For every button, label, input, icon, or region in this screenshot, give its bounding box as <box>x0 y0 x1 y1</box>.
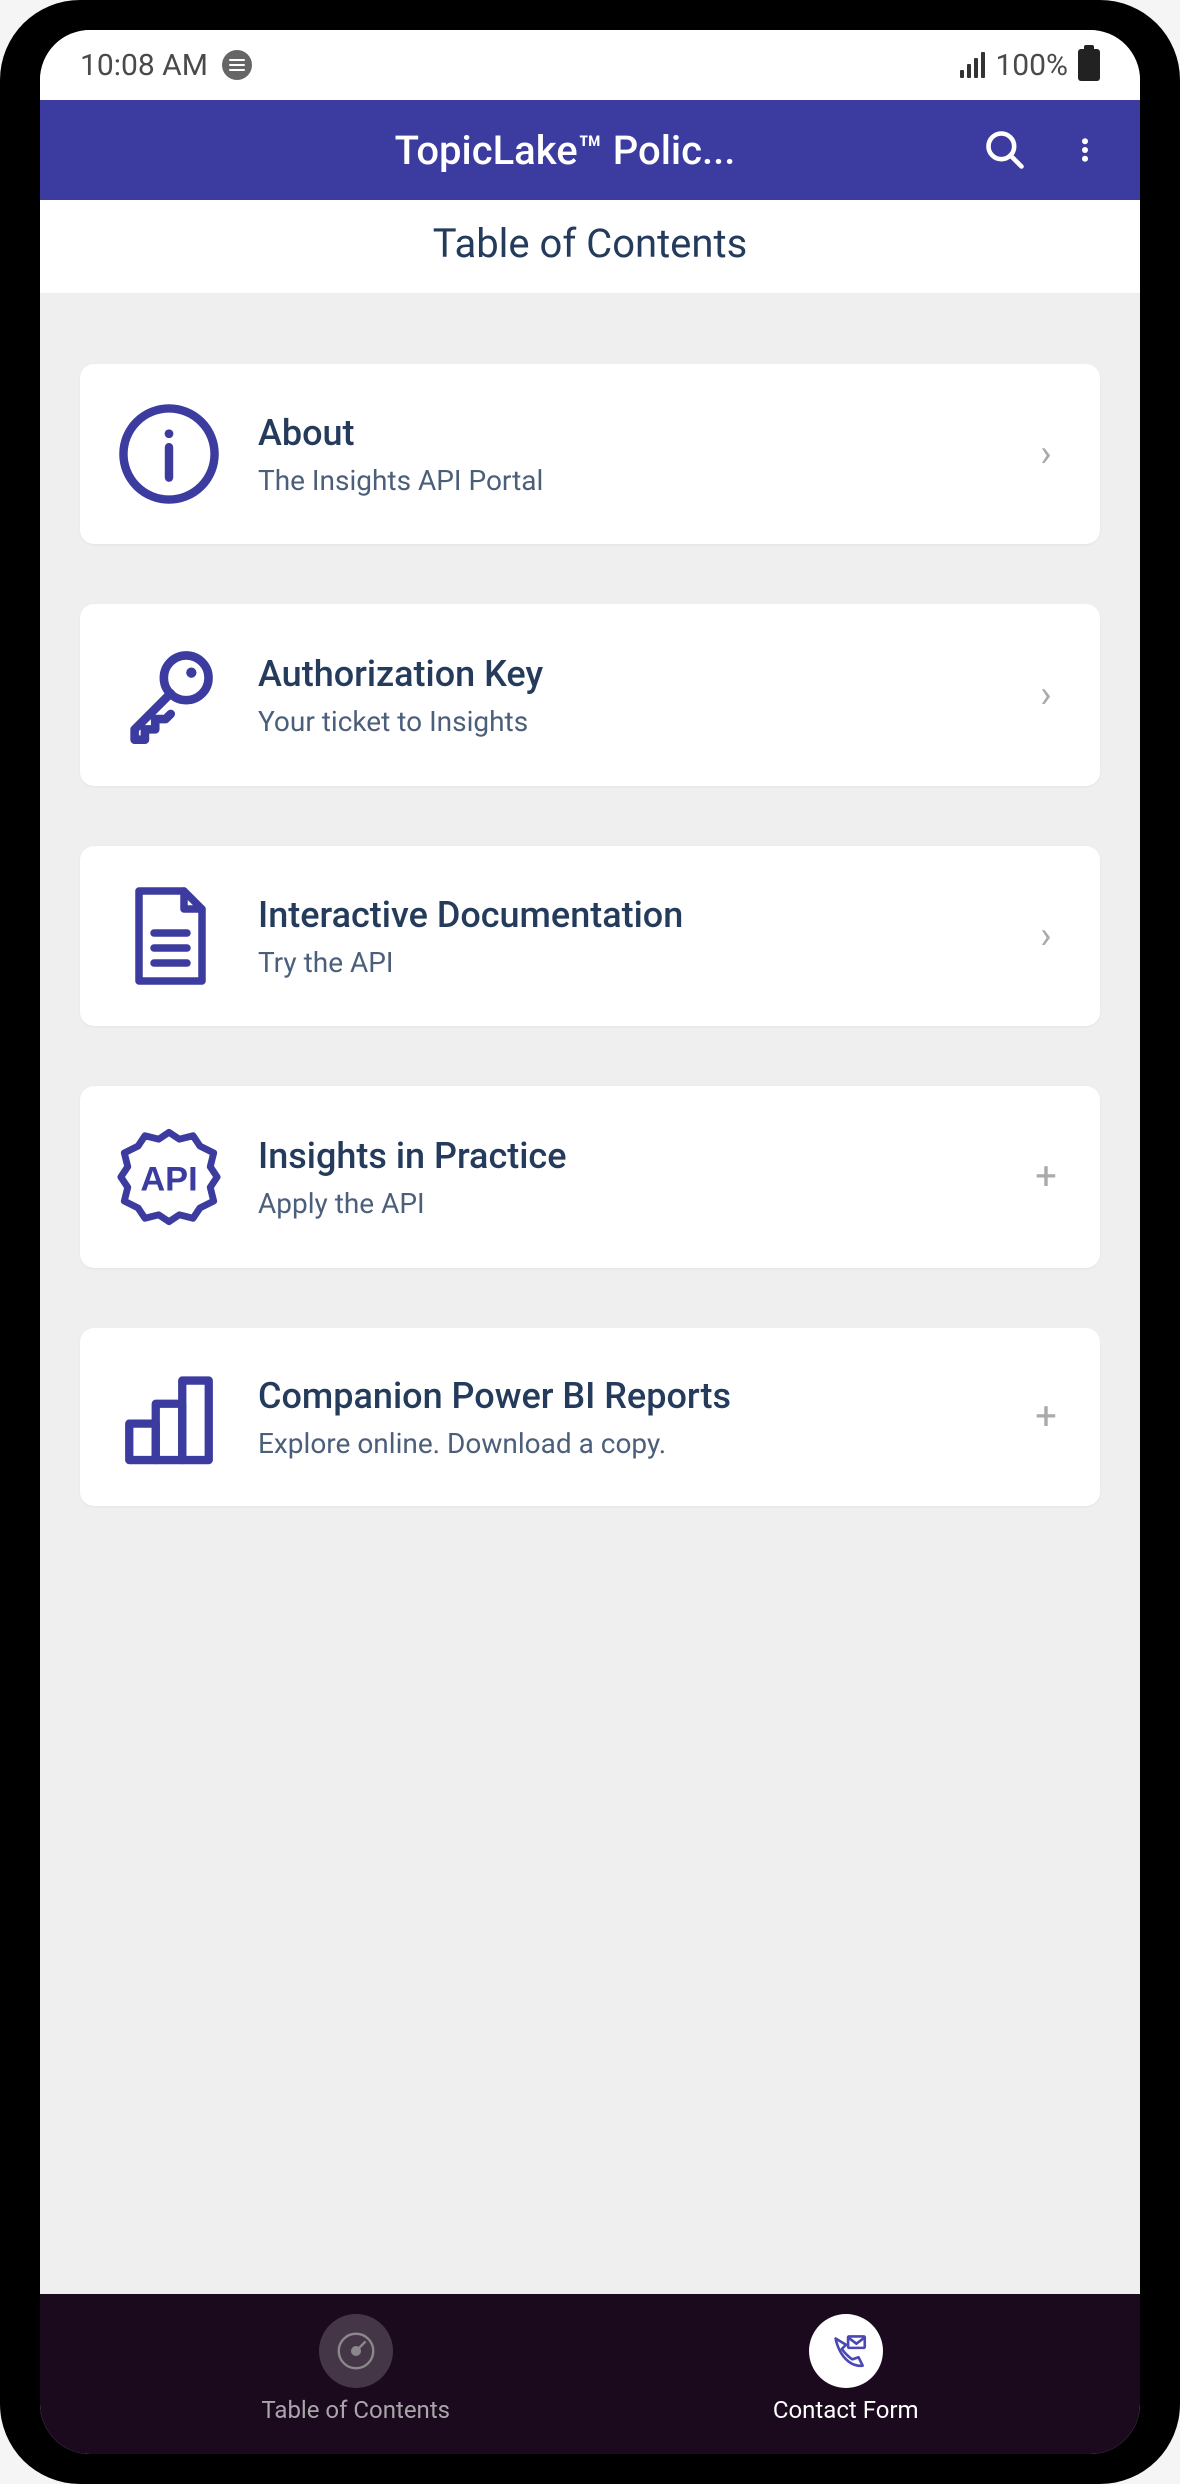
card-text: About The Insights API Portal <box>258 412 992 497</box>
card-title: Companion Power BI Reports <box>258 1375 992 1417</box>
section-header: Table of Contents <box>40 200 1140 294</box>
plus-icon: + <box>1026 1395 1066 1439</box>
screen: 10:08 AM 100% TopicLake™ Polic... <box>40 30 1140 2454</box>
document-icon <box>114 882 224 990</box>
app-bar: TopicLake™ Polic... <box>40 100 1140 200</box>
nav-label: Table of Contents <box>261 2396 450 2424</box>
card-title: Authorization Key <box>258 653 992 695</box>
status-right: 100% <box>960 48 1100 83</box>
card-title: About <box>258 412 992 454</box>
card-subtitle: Explore online. Download a copy. <box>258 1427 992 1460</box>
search-icon <box>983 128 1027 172</box>
search-button[interactable] <box>980 125 1030 175</box>
card-text: Authorization Key Your ticket to Insight… <box>258 653 992 738</box>
info-icon <box>114 400 224 508</box>
card-text: Interactive Documentation Try the API <box>258 894 992 979</box>
bottom-nav: Table of Contents Contact Form <box>40 2294 1140 2454</box>
card-text: Insights in Practice Apply the API <box>258 1135 992 1220</box>
api-gear-icon: API <box>114 1122 224 1232</box>
nav-label: Contact Form <box>773 2396 919 2424</box>
device-frame: 10:08 AM 100% TopicLake™ Polic... <box>0 0 1180 2484</box>
toc-item-interactive-documentation[interactable]: Interactive Documentation Try the API › <box>80 846 1100 1026</box>
more-vert-icon <box>1070 128 1100 172</box>
card-text: Companion Power BI Reports Explore onlin… <box>258 1375 992 1460</box>
card-subtitle: The Insights API Portal <box>258 464 992 497</box>
spotify-icon <box>222 50 252 80</box>
svg-text:API: API <box>140 1161 197 1199</box>
contact-nav-icon <box>809 2314 883 2388</box>
chevron-right-icon: › <box>1026 432 1066 476</box>
nav-table-of-contents[interactable]: Table of Contents <box>261 2314 450 2424</box>
card-title: Insights in Practice <box>258 1135 992 1177</box>
card-subtitle: Try the API <box>258 946 992 979</box>
signal-icon <box>960 52 985 78</box>
chevron-right-icon: › <box>1026 673 1066 717</box>
plus-icon: + <box>1026 1155 1066 1199</box>
nav-contact-form[interactable]: Contact Form <box>773 2314 919 2424</box>
battery-percent: 100% <box>995 48 1068 83</box>
app-title: TopicLake™ Polic... <box>70 127 980 174</box>
status-bar: 10:08 AM 100% <box>40 30 1140 100</box>
toc-item-about[interactable]: About The Insights API Portal › <box>80 364 1100 544</box>
toc-item-insights-in-practice[interactable]: API Insights in Practice Apply the API + <box>80 1086 1100 1268</box>
status-time: 10:08 AM <box>80 48 208 83</box>
card-title: Interactive Documentation <box>258 894 992 936</box>
card-subtitle: Your ticket to Insights <box>258 705 992 738</box>
key-icon <box>114 640 224 750</box>
card-subtitle: Apply the API <box>258 1187 992 1220</box>
app-bar-actions <box>980 125 1110 175</box>
bar-chart-icon <box>114 1364 224 1470</box>
battery-icon <box>1078 49 1100 81</box>
toc-nav-icon <box>319 2314 393 2388</box>
content-area: About The Insights API Portal › Authoriz… <box>40 294 1140 2294</box>
status-left: 10:08 AM <box>80 48 252 83</box>
toc-item-authorization-key[interactable]: Authorization Key Your ticket to Insight… <box>80 604 1100 786</box>
chevron-right-icon: › <box>1026 914 1066 958</box>
overflow-menu-button[interactable] <box>1060 125 1110 175</box>
toc-item-companion-powerbi-reports[interactable]: Companion Power BI Reports Explore onlin… <box>80 1328 1100 1506</box>
